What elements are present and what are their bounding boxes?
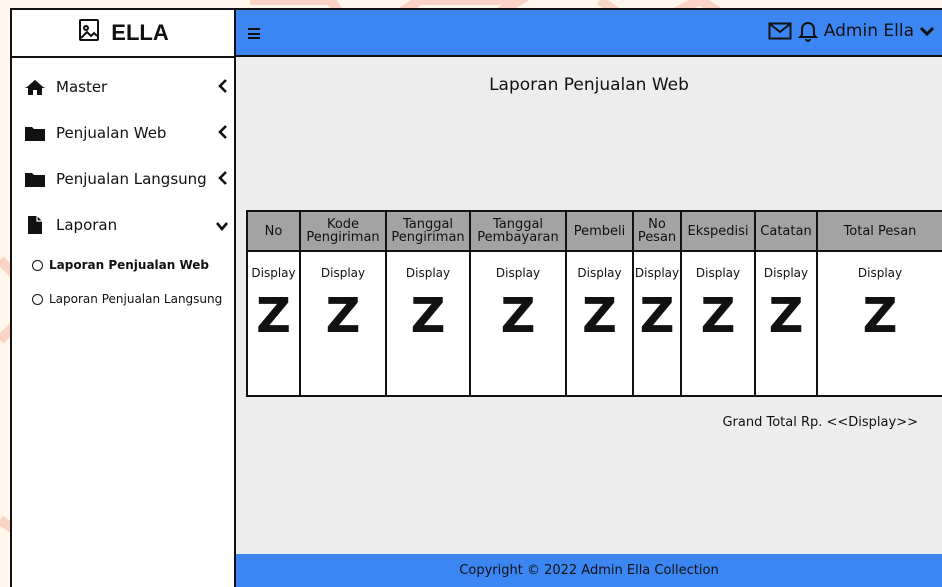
- sidebar: ELLA Master Penjualan Web Penjualan Lang…: [10, 8, 236, 587]
- subitem-laporan-penjualan-web[interactable]: Laporan Penjualan Web: [12, 248, 234, 282]
- sidebar-nav: Master Penjualan Web Penjualan Langsung: [12, 58, 234, 316]
- subitem-label: Laporan Penjualan Web: [49, 258, 210, 272]
- cell-glyph: Z: [582, 288, 617, 344]
- subitem-laporan-penjualan-langsung[interactable]: Laporan Penjualan Langsung: [12, 282, 234, 316]
- cell-glyph: Z: [639, 288, 675, 344]
- footer: Copyright © 2022 Admin Ella Collection: [236, 554, 942, 587]
- table-cell: Display Z: [385, 250, 471, 397]
- main-content: Laporan Penjualan Web No Kode Pengiriman…: [236, 57, 942, 554]
- cell-placeholder: Display: [405, 266, 451, 280]
- image-icon: [77, 18, 101, 48]
- cell-glyph: Z: [410, 288, 446, 344]
- cell-glyph: Z: [700, 288, 736, 344]
- folder-icon: [24, 123, 48, 143]
- column-header: Total Pesan: [816, 210, 942, 252]
- brand[interactable]: ELLA: [12, 10, 234, 58]
- table-header-row: No Kode Pengiriman Tanggal Pengiriman Ta…: [246, 210, 942, 252]
- table-cell: Display Z: [246, 250, 301, 397]
- sidebar-item-penjualan-langsung[interactable]: Penjualan Langsung: [12, 156, 234, 202]
- table-cell: Display Z: [469, 250, 567, 397]
- page-title: Laporan Penjualan Web: [489, 75, 689, 95]
- chevron-left-icon[interactable]: [214, 170, 228, 189]
- sidebar-item-label: Penjualan Langsung: [56, 170, 207, 188]
- cell-glyph: Z: [768, 288, 804, 344]
- column-header: Tanggal Pembayaran: [469, 210, 567, 252]
- cell-glyph: Z: [256, 288, 291, 344]
- column-header: Tanggal Pengiriman: [385, 210, 471, 252]
- sidebar-item-label: Penjualan Web: [56, 124, 167, 142]
- table-cell: Display Z: [754, 250, 818, 397]
- home-icon: [24, 77, 48, 97]
- cell-placeholder: Display: [251, 266, 296, 280]
- table-cell: Display Z: [299, 250, 387, 397]
- cell-placeholder: Display: [320, 266, 366, 280]
- bell-icon[interactable]: [797, 20, 818, 42]
- column-header: No Pesan: [632, 210, 682, 252]
- cell-placeholder: Display: [763, 266, 809, 280]
- hamburger-menu-icon[interactable]: [248, 28, 260, 39]
- cell-placeholder: Display: [634, 266, 680, 280]
- brand-name: ELLA: [111, 20, 169, 45]
- cell-placeholder: Display: [857, 266, 903, 280]
- topbar: Admin Ella: [236, 8, 942, 57]
- table-cell: Display Z: [680, 250, 756, 397]
- sidebar-item-laporan[interactable]: Laporan: [12, 202, 234, 248]
- sidebar-item-label: Master: [56, 78, 108, 96]
- cell-glyph: Z: [500, 288, 536, 344]
- cell-placeholder: Display: [495, 266, 541, 280]
- sidebar-item-master[interactable]: Master: [12, 64, 234, 110]
- file-icon: [24, 215, 48, 235]
- subitem-label: Laporan Penjualan Langsung: [49, 292, 223, 306]
- column-header: Ekspedisi: [680, 210, 756, 252]
- chevron-down-icon[interactable]: [920, 26, 934, 36]
- cell-glyph: Z: [862, 288, 898, 344]
- table-cell: Display Z: [632, 250, 682, 397]
- cell-placeholder: Display: [695, 266, 741, 280]
- chevron-left-icon[interactable]: [214, 124, 228, 143]
- table-row: Display Z Display Z Display Z Display Z Disp…: [246, 250, 942, 397]
- chevron-left-icon[interactable]: [214, 78, 228, 97]
- cell-placeholder: Display: [577, 266, 622, 280]
- column-header: Kode Pengiriman: [299, 210, 387, 252]
- table-cell: Display Z: [565, 250, 634, 397]
- grand-total: Grand Total Rp. <<Display>>: [722, 415, 918, 430]
- mail-icon[interactable]: [768, 22, 792, 40]
- user-menu-label[interactable]: Admin Ella: [824, 21, 914, 41]
- circle-icon: [32, 293, 43, 305]
- folder-icon: [24, 169, 48, 189]
- circle-icon: [32, 259, 43, 271]
- sidebar-item-penjualan-web[interactable]: Penjualan Web: [12, 110, 234, 156]
- table-cell: Display Z: [816, 250, 942, 397]
- report-table: No Kode Pengiriman Tanggal Pengiriman Ta…: [246, 210, 942, 397]
- topbar-actions: Admin Ella: [768, 20, 934, 42]
- column-header: Pembeli: [565, 210, 634, 252]
- sidebar-item-label: Laporan: [56, 216, 118, 234]
- cell-glyph: Z: [325, 288, 361, 344]
- column-header: Catatan: [754, 210, 818, 252]
- chevron-down-icon[interactable]: [214, 216, 228, 235]
- column-header: No: [246, 210, 301, 252]
